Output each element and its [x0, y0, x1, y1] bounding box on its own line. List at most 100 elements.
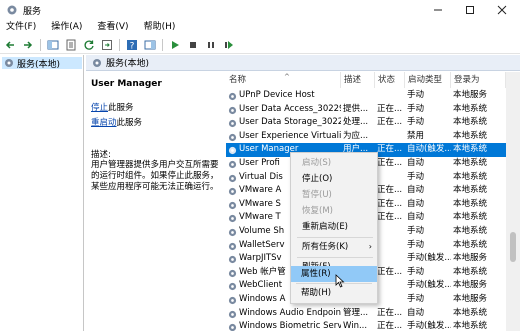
window-title: 服务	[23, 7, 42, 17]
cell-logon: 本地系统	[453, 171, 488, 182]
maximize-button[interactable]	[454, 0, 486, 20]
properties-sheet-icon	[66, 39, 76, 50]
service-gear-icon	[228, 242, 237, 250]
menu-view[interactable]: 查看(V)	[97, 20, 128, 35]
cell-name: UPnP Device Host	[239, 90, 315, 100]
menu-file[interactable]: 文件(F)	[6, 20, 36, 35]
service-gear-icon	[228, 188, 237, 196]
menu-properties[interactable]: 属性(R)	[291, 266, 377, 282]
cell-status: 正在...	[377, 198, 403, 209]
scrollbar-thumb[interactable]	[510, 232, 516, 262]
cell-logon: 本地系统	[453, 266, 488, 277]
menu-separator	[297, 237, 373, 238]
show-action-pane-button[interactable]	[144, 39, 156, 51]
menu-resume[interactable]: 恢复(M)	[292, 203, 378, 219]
cell-start: 手动	[407, 117, 425, 128]
cell-desc: Win...	[343, 321, 368, 331]
close-icon	[497, 5, 507, 15]
menu-stop[interactable]: 停止(O)	[292, 171, 378, 187]
services-gear-icon	[7, 5, 17, 15]
menu-restart[interactable]: 重新启动(E)	[292, 219, 378, 235]
pause-service-button[interactable]	[205, 39, 217, 51]
cell-logon: 本地服务	[453, 293, 488, 304]
minimize-button[interactable]	[422, 0, 454, 20]
menu-help[interactable]: 帮助(H)	[144, 20, 176, 35]
svg-text:?: ?	[130, 41, 135, 51]
restart-service-line: 重启动此服务	[91, 116, 218, 128]
menu-pause[interactable]: 暂停(U)	[292, 187, 378, 203]
tree-item-services-local[interactable]: 服务(本地)	[2, 57, 82, 70]
service-gear-icon	[228, 201, 237, 209]
menu-start[interactable]: 启动(S)	[292, 155, 378, 171]
forward-button[interactable]	[22, 39, 34, 51]
cell-logon: 本地系统	[453, 239, 488, 250]
column-header-description[interactable]: 描述	[341, 72, 375, 88]
menu-action[interactable]: 操作(A)	[51, 20, 82, 35]
cell-start: 自动	[407, 157, 425, 168]
cell-desc: 为应...	[343, 130, 369, 141]
sort-ascending-icon: ^	[284, 73, 290, 81]
service-row[interactable]: Windows Biometric Servi...Win... 正在... 手动(…	[226, 320, 506, 331]
export-list-button[interactable]	[101, 39, 113, 51]
service-row[interactable]: User Data Storage_30229 处理... 正在... 手动 本地系统	[226, 116, 506, 130]
submenu-arrow-icon: ›	[368, 242, 372, 251]
cell-name: Windows Audio Endpoint B...	[239, 307, 341, 318]
menu-all-tasks[interactable]: 所有任务(K) ›	[292, 239, 378, 255]
cell-logon: 本地系统	[453, 212, 488, 223]
cell-start: 手动(触发...	[407, 280, 451, 291]
service-gear-icon	[228, 323, 237, 331]
column-header-startup-type[interactable]: 启动类型	[405, 72, 451, 88]
cell-logon: 本地系统	[453, 307, 488, 318]
service-gear-icon	[228, 174, 237, 182]
restart-service-link[interactable]: 重启动	[91, 118, 117, 128]
stop-service-line: 停止此服务	[91, 101, 218, 113]
menu-help-item[interactable]: 帮助(H)	[291, 285, 377, 301]
stop-icon	[190, 41, 196, 48]
service-row[interactable]: User Experience Virtualiz...为应... 禁用 本地系统	[226, 130, 506, 144]
stop-service-link[interactable]: 停止	[91, 103, 108, 113]
start-service-button[interactable]	[169, 39, 181, 51]
service-row[interactable]: Windows Audio Endpoint B...管理... 正在... 自动 本…	[226, 307, 506, 321]
service-row[interactable]: User Data Access_30229 提供... 正在... 手动 本地系统	[226, 103, 506, 117]
column-header-name[interactable]: ^ 名称	[226, 72, 341, 88]
show-console-tree-button[interactable]	[47, 39, 59, 51]
column-header-status[interactable]: 状态	[375, 72, 405, 88]
menu-separator	[297, 257, 373, 258]
cell-desc: 提供...	[343, 103, 369, 114]
cell-start: 手动(触发...	[407, 253, 451, 264]
refresh-toolbar-button[interactable]	[83, 39, 95, 51]
cell-start: 自动	[407, 307, 425, 318]
cell-start: 自动	[407, 212, 425, 223]
close-button[interactable]	[486, 0, 518, 20]
toolbar-separator	[40, 38, 41, 51]
help-toolbar-button[interactable]: ?	[126, 39, 138, 51]
restart-service-button[interactable]	[223, 39, 235, 51]
column-header-log-on-as[interactable]: 登录为	[451, 72, 506, 88]
cell-logon: 本地系统	[453, 185, 488, 196]
cell-logon: 本地系统	[453, 103, 488, 114]
service-gear-icon	[228, 296, 237, 305]
toolbar-separator	[119, 38, 120, 51]
description-text: 用户管理器提供多用户交互所需要的运行时组件。如果停止此服务，某些应用程序可能无法…	[91, 160, 219, 192]
cell-status: 正在...	[377, 117, 403, 128]
service-gear-icon	[228, 106, 237, 114]
back-arrow-icon	[5, 40, 14, 49]
restart-service-suffix: 此服务	[116, 118, 143, 128]
service-gear-icon	[228, 283, 237, 291]
back-button[interactable]	[4, 39, 16, 51]
description-label: 描述:	[91, 150, 111, 160]
service-row[interactable]: UPnP Device Host 手动 本地服务	[226, 89, 506, 103]
properties-toolbar-button[interactable]	[65, 39, 77, 51]
service-gear-icon	[228, 92, 237, 101]
refresh-icon	[84, 40, 94, 50]
cell-name: User Data Storage_30229	[239, 117, 341, 128]
mouse-cursor-icon	[335, 274, 345, 288]
cell-logon: 本地系统	[453, 225, 488, 236]
service-description-panel: User Manager 停止此服务 重启动此服务 描述: 用户管理器提供多用户…	[86, 72, 223, 331]
minimize-icon	[434, 9, 442, 11]
cell-start: 自动	[407, 185, 425, 196]
toolbar-separator	[162, 38, 163, 51]
stop-service-button[interactable]	[187, 39, 199, 51]
vertical-scrollbar[interactable]	[506, 72, 520, 331]
cell-logon: 本地系统	[453, 321, 488, 331]
